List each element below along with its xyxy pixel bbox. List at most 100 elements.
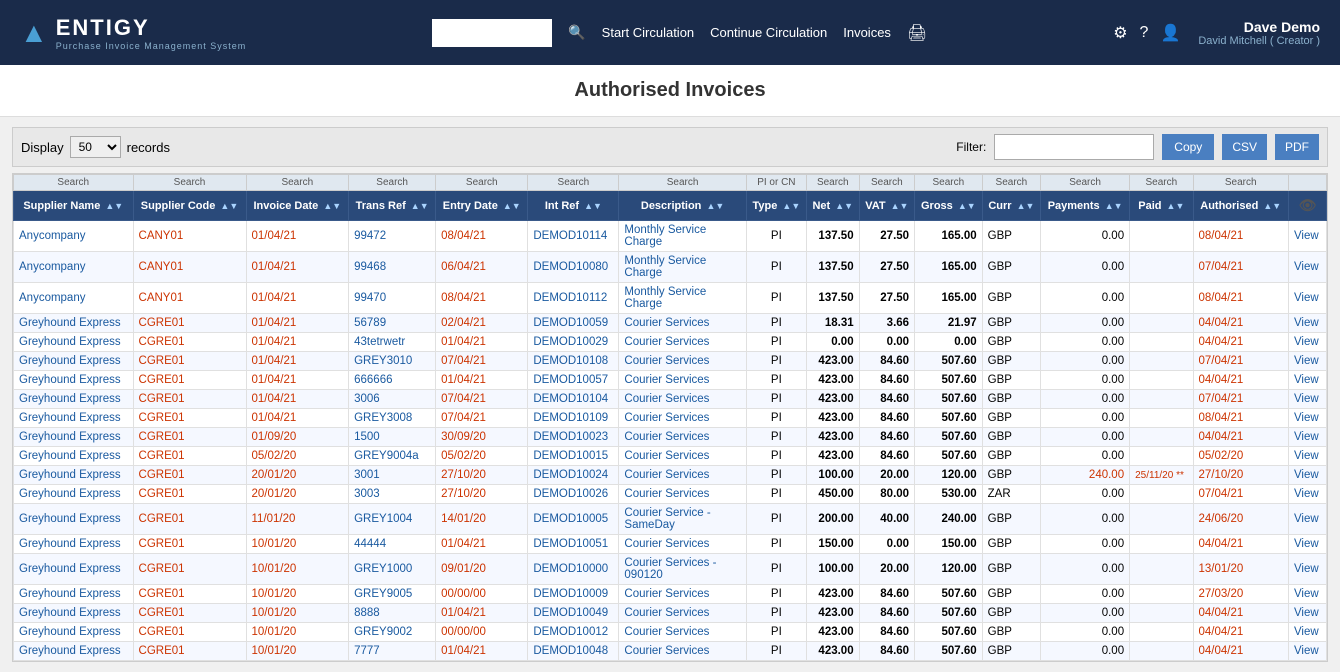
view-link-cell[interactable]: View — [1288, 390, 1326, 409]
view-link[interactable]: View — [1294, 393, 1319, 405]
view-link[interactable]: View — [1294, 230, 1319, 242]
pdf-button[interactable]: PDF — [1275, 134, 1319, 160]
view-link-cell[interactable]: View — [1288, 333, 1326, 352]
view-link[interactable]: View — [1294, 513, 1319, 525]
help-icon[interactable]: ? — [1140, 24, 1149, 42]
table-cell: 20.00 — [859, 554, 914, 585]
table-cell: PI — [746, 371, 806, 390]
view-link[interactable]: View — [1294, 336, 1319, 348]
nav-continue-circulation[interactable]: Continue Circulation — [710, 25, 827, 40]
view-link[interactable]: View — [1294, 588, 1319, 600]
col-entry-date[interactable]: Entry Date ▲▼ — [436, 191, 528, 221]
search-button[interactable]: 🔍 — [568, 24, 585, 41]
table-body: AnycompanyCANY0101/04/219947208/04/21DEM… — [14, 221, 1327, 661]
view-link[interactable]: View — [1294, 412, 1319, 424]
table-cell: PI — [746, 314, 806, 333]
col-paid[interactable]: Paid ▲▼ — [1130, 191, 1193, 221]
nav-invoices[interactable]: Invoices — [843, 25, 891, 40]
view-link-cell[interactable]: View — [1288, 585, 1326, 604]
col-vat[interactable]: VAT ▲▼ — [859, 191, 914, 221]
table-cell: 21.97 — [915, 314, 983, 333]
view-link[interactable]: View — [1294, 626, 1319, 638]
column-headers: Supplier Name ▲▼ Supplier Code ▲▼ Invoic… — [14, 191, 1327, 221]
view-link[interactable]: View — [1294, 374, 1319, 386]
user-icon[interactable]: 👤 — [1160, 23, 1180, 43]
view-link-cell[interactable]: View — [1288, 604, 1326, 623]
table-cell: 07/04/21 — [1193, 390, 1288, 409]
table-cell: CGRE01 — [133, 535, 246, 554]
table-cell: PI — [746, 554, 806, 585]
table-cell: Courier Services — [619, 409, 746, 428]
view-link-cell[interactable]: View — [1288, 447, 1326, 466]
col-gross[interactable]: Gross ▲▼ — [915, 191, 983, 221]
view-link-cell[interactable]: View — [1288, 428, 1326, 447]
col-int-ref[interactable]: Int Ref ▲▼ — [528, 191, 619, 221]
table-row: Greyhound ExpressCGRE0101/04/2143tetrwet… — [14, 333, 1327, 352]
csv-button[interactable]: CSV — [1222, 134, 1267, 160]
table-cell — [1130, 485, 1193, 504]
col-net[interactable]: Net ▲▼ — [806, 191, 859, 221]
nav-start-circulation[interactable]: Start Circulation — [602, 25, 694, 40]
view-link-cell[interactable]: View — [1288, 485, 1326, 504]
view-link-cell[interactable]: View — [1288, 623, 1326, 642]
view-link-cell[interactable]: View — [1288, 554, 1326, 585]
table-cell: 10/01/20 — [246, 554, 349, 585]
col-authorised[interactable]: Authorised ▲▼ — [1193, 191, 1288, 221]
table-cell: GBP — [982, 283, 1040, 314]
label-gross: Search — [915, 175, 983, 191]
logo-area: ▲ ENTIGY Purchase Invoice Management Sys… — [20, 15, 246, 51]
table-cell: Monthly Service Charge — [619, 252, 746, 283]
view-link-cell[interactable]: View — [1288, 314, 1326, 333]
view-link[interactable]: View — [1294, 355, 1319, 367]
view-link-cell[interactable]: View — [1288, 535, 1326, 554]
settings-icon[interactable]: ⚙ — [1113, 23, 1127, 43]
view-link-cell[interactable]: View — [1288, 283, 1326, 314]
col-invoice-date[interactable]: Invoice Date ▲▼ — [246, 191, 349, 221]
view-link-cell[interactable]: View — [1288, 504, 1326, 535]
view-link[interactable]: View — [1294, 563, 1319, 575]
header-search-input[interactable] — [432, 19, 552, 47]
col-type[interactable]: Type ▲▼ — [746, 191, 806, 221]
col-trans-ref[interactable]: Trans Ref ▲▼ — [349, 191, 436, 221]
table-cell: 165.00 — [915, 283, 983, 314]
table-cell: DEMOD10012 — [528, 623, 619, 642]
table-cell: 08/04/21 — [1193, 221, 1288, 252]
copy-button[interactable]: Copy — [1162, 134, 1214, 160]
col-supplier-code[interactable]: Supplier Code ▲▼ — [133, 191, 246, 221]
view-link[interactable]: View — [1294, 538, 1319, 550]
view-link[interactable]: View — [1294, 431, 1319, 443]
table-cell: 3.66 — [859, 314, 914, 333]
logo-icon: ▲ — [20, 17, 48, 49]
col-view: 👁 — [1288, 191, 1326, 221]
table-cell: 07/04/21 — [436, 390, 528, 409]
view-link-cell[interactable]: View — [1288, 352, 1326, 371]
table-cell: 423.00 — [806, 352, 859, 371]
view-link[interactable]: View — [1294, 261, 1319, 273]
table-cell: GREY3008 — [349, 409, 436, 428]
view-link-cell[interactable]: View — [1288, 409, 1326, 428]
view-link-cell[interactable]: View — [1288, 221, 1326, 252]
table-cell: 10/01/20 — [246, 535, 349, 554]
col-supplier-name[interactable]: Supplier Name ▲▼ — [14, 191, 134, 221]
view-link[interactable]: View — [1294, 317, 1319, 329]
table-cell: DEMOD10051 — [528, 535, 619, 554]
view-link-cell[interactable]: View — [1288, 252, 1326, 283]
table-cell: Courier Services — [619, 390, 746, 409]
view-link[interactable]: View — [1294, 450, 1319, 462]
filter-input[interactable] — [994, 134, 1154, 160]
col-curr[interactable]: Curr ▲▼ — [982, 191, 1040, 221]
col-payments[interactable]: Payments ▲▼ — [1041, 191, 1130, 221]
view-link[interactable]: View — [1294, 469, 1319, 481]
table-cell: Courier Services — [619, 371, 746, 390]
records-select[interactable]: 50 25 100 — [70, 136, 121, 158]
table-cell: 01/04/21 — [246, 283, 349, 314]
view-link[interactable]: View — [1294, 607, 1319, 619]
view-link-cell[interactable]: View — [1288, 466, 1326, 485]
view-link[interactable]: View — [1294, 488, 1319, 500]
col-description[interactable]: Description ▲▼ — [619, 191, 746, 221]
view-link-cell[interactable]: View — [1288, 642, 1326, 661]
table-cell: 0.00 — [1041, 352, 1130, 371]
view-link-cell[interactable]: View — [1288, 371, 1326, 390]
view-link[interactable]: View — [1294, 645, 1319, 657]
view-link[interactable]: View — [1294, 292, 1319, 304]
